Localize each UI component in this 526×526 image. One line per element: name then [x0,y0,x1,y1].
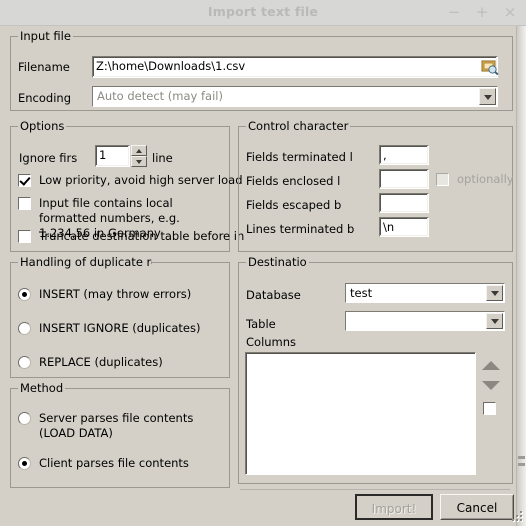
fields-enclosed-label: Fields enclosed l [246,174,341,188]
radio-insert-ignore[interactable]: INSERT IGNORE (duplicates) [18,321,223,336]
triangle-down-icon[interactable] [482,381,500,390]
maximize-icon[interactable]: + [474,3,490,21]
low-priority-checkbox[interactable]: Low priority, avoid high server load [18,173,243,188]
cancel-button[interactable]: Cancel [440,494,514,520]
input-file-legend: Input file [18,29,73,43]
fields-escaped-input[interactable] [379,193,429,213]
ignore-first-lines-stepper[interactable] [131,145,147,167]
scrollbar-mark [518,456,525,459]
low-priority-label: Low priority, avoid high server load [39,173,243,187]
radio-box[interactable] [18,412,31,425]
stepper-down-icon[interactable] [131,156,147,167]
columns-label: Columns [246,335,297,349]
optionally-label: optionally [457,172,514,186]
radio-insert[interactable]: INSERT (may throw errors) [18,287,223,302]
minimize-icon[interactable]: − [446,3,462,21]
filename-label: Filename [18,60,70,74]
radio-insert-label: INSERT (may throw errors) [39,287,192,301]
import-text-file-dialog: Import text file − + × Input file Filena… [0,0,526,526]
radio-box[interactable] [18,322,31,335]
radio-box[interactable] [18,356,31,369]
lines-terminated-input[interactable]: \n [379,217,429,237]
import-button-label: Import! [371,502,417,516]
radio-box[interactable] [18,288,31,301]
radio-box[interactable] [18,457,31,470]
table-label: Table [246,317,276,331]
checkbox-box[interactable] [18,197,31,210]
duplicate-handling-legend: Handling of duplicate ro [18,255,152,269]
columns-listbox[interactable] [245,352,476,475]
radio-replace[interactable]: REPLACE (duplicates) [18,355,223,370]
encoding-label: Encoding [18,91,71,105]
radio-server-parses-label: Server parses file contents (LOAD DATA) [39,411,194,440]
radio-insert-ignore-label: INSERT IGNORE (duplicates) [39,321,201,335]
checkbox-box[interactable] [18,174,31,187]
fields-escaped-label: Fields escaped b [246,198,342,212]
resize-grip[interactable] [508,509,524,525]
encoding-select[interactable]: Auto detect (may fail) [92,86,498,107]
table-select[interactable] [345,311,505,331]
truncate-destination-checkbox[interactable]: Truncate destination table before in [18,229,244,244]
title-bar[interactable]: Import text file − + × [0,0,526,26]
fields-enclosed-input[interactable] [379,169,429,189]
window-vertical-scrollbar[interactable] [516,26,526,526]
checkbox-box[interactable] [436,173,449,186]
radio-replace-label: REPLACE (duplicates) [39,355,163,369]
folder-search-icon[interactable] [481,59,499,75]
fields-terminated-input[interactable]: , [379,145,429,165]
ignore-first-label: Ignore firs [19,151,78,165]
method-legend: Method [18,381,66,395]
chevron-down-icon[interactable] [486,285,503,301]
truncate-destination-label: Truncate destination table before in [39,229,245,243]
lines-terminated-label: Lines terminated b [246,222,355,236]
scrollbar-mark [518,463,525,466]
optionally-checkbox[interactable]: optionally [436,172,514,187]
window-controls: − + × [446,3,518,21]
footer-divider [240,489,510,490]
checkbox-box[interactable] [483,402,496,415]
options-legend: Options [18,119,67,133]
columns-select-all-checkbox[interactable] [483,401,496,415]
cancel-button-label: Cancel [456,501,498,515]
radio-client-parses-label: Client parses file contents [39,456,189,470]
chevron-down-icon[interactable] [486,313,503,329]
database-select[interactable]: test [345,283,505,303]
chevron-down-icon[interactable] [479,88,496,105]
line-unit-label: line [152,151,173,165]
fields-terminated-label: Fields terminated l [246,150,353,164]
stepper-up-icon[interactable] [131,145,147,156]
filename-input[interactable]: Z:\home\Downloads\1.csv [92,56,498,78]
checkbox-box[interactable] [18,230,31,243]
close-icon[interactable]: × [502,3,518,21]
radio-client-parses[interactable]: Client parses file contents [18,456,223,471]
radio-server-parses[interactable]: Server parses file contents (LOAD DATA) [18,411,223,441]
destination-legend: Destinatio [246,255,309,269]
ignore-first-lines-input[interactable]: 1 [95,145,130,167]
triangle-up-icon[interactable] [482,361,500,370]
database-value: test [350,286,373,300]
database-label: Database [246,288,301,302]
encoding-value: Auto detect (may fail) [97,89,223,103]
control-character-legend: Control character [246,119,350,133]
import-button[interactable]: Import! [355,494,433,520]
